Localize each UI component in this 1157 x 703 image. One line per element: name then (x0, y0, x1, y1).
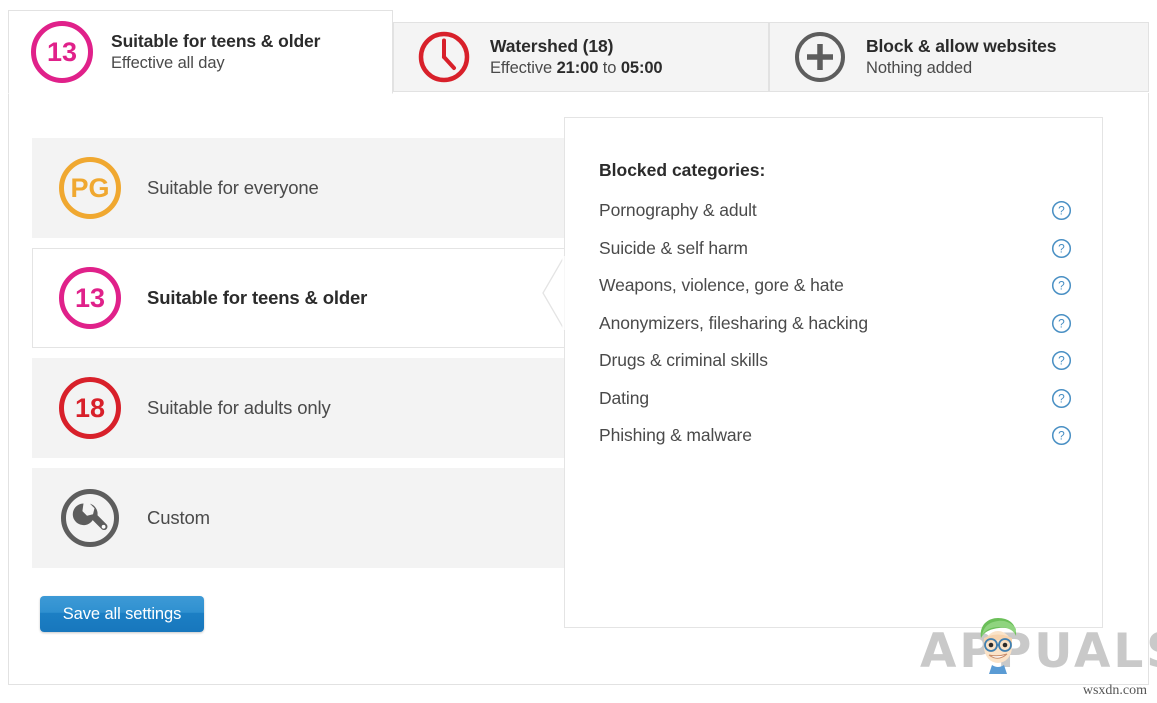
tab-block-allow-sub-text: Nothing added (866, 58, 973, 77)
rating-13-badge-text: 13 (46, 36, 78, 67)
tab-block-allow-texts: Block & allow websites Nothing added (866, 35, 1056, 79)
tab-rating-texts: Suitable for teens & older Effective all… (111, 30, 320, 74)
category-label: Anonymizers, filesharing & hacking (599, 312, 868, 333)
rating-row-everyone-label: Suitable for everyone (147, 177, 319, 198)
category-row: Phishing & malware ? (599, 417, 1072, 455)
category-label: Drugs & criminal skills (599, 350, 768, 371)
save-all-settings-button[interactable]: Save all settings (40, 596, 204, 632)
category-label: Weapons, violence, gore & hate (599, 275, 844, 296)
category-row: Anonymizers, filesharing & hacking ? (599, 305, 1072, 343)
blocked-categories-list: Pornography & adult ? Suicide & self har… (599, 192, 1072, 455)
svg-text:?: ? (1058, 204, 1065, 218)
tab-watershed-sub-prefix: Effective (490, 58, 557, 77)
clock-icon (418, 31, 470, 83)
plus-circle-icon (795, 32, 845, 82)
tab-rating-title: Suitable for teens & older (111, 31, 321, 52)
help-circle-icon[interactable]: ? (1051, 275, 1072, 296)
rating-list: PG Suitable for everyone 13 Suitable for… (32, 138, 572, 578)
tab-watershed-start-time: 21:00 (556, 58, 599, 77)
tab-block-allow[interactable]: Block & allow websites Nothing added (769, 22, 1149, 92)
rating-13-badge-icon: 13 (31, 21, 93, 83)
svg-text:?: ? (1058, 279, 1065, 293)
svg-text:?: ? (1058, 316, 1065, 330)
category-label: Suicide & self harm (599, 237, 748, 258)
rating-pg-badge-text: PG (70, 172, 110, 203)
help-circle-icon[interactable]: ? (1051, 200, 1072, 221)
category-row: Suicide & self harm ? (599, 230, 1072, 268)
rating-row-everyone[interactable]: PG Suitable for everyone (32, 138, 572, 238)
blocked-categories-title: Blocked categories: (599, 160, 766, 180)
svg-text:?: ? (1058, 391, 1065, 405)
tab-watershed-end-time: 05:00 (620, 58, 663, 77)
category-row: Pornography & adult ? (599, 192, 1072, 230)
category-label: Dating (599, 387, 649, 408)
tab-rating[interactable]: 13 Suitable for teens & older Effective … (8, 10, 393, 94)
rating-row-custom-label: Custom (147, 507, 210, 528)
help-circle-icon[interactable]: ? (1051, 313, 1072, 334)
callout-arrow-icon (542, 255, 565, 331)
help-circle-icon[interactable]: ? (1051, 238, 1072, 259)
tab-block-allow-subtitle: Nothing added (866, 58, 1056, 79)
category-label: Phishing & malware (599, 425, 752, 446)
blocked-categories-panel: Blocked categories: Pornography & adult … (564, 117, 1103, 628)
rating-row-teens-label: Suitable for teens & older (147, 287, 368, 308)
svg-text:?: ? (1058, 429, 1065, 443)
help-circle-icon[interactable]: ? (1051, 425, 1072, 446)
tab-block-allow-title: Block & allow websites (866, 36, 1057, 57)
tab-strip: 13 Suitable for teens & older Effective … (0, 0, 1157, 94)
category-row: Weapons, violence, gore & hate ? (599, 267, 1072, 305)
wrench-circle-icon (59, 487, 121, 549)
rating-row-custom[interactable]: Custom (32, 468, 572, 568)
svg-text:?: ? (1058, 241, 1065, 255)
wsxdn-watermark: wsxdn.com (1082, 683, 1147, 698)
rating-row-teens[interactable]: 13 Suitable for teens & older (32, 248, 572, 348)
rating-row-adults[interactable]: 18 Suitable for adults only (32, 358, 572, 458)
category-row: Dating ? (599, 380, 1072, 418)
help-circle-icon[interactable]: ? (1051, 350, 1072, 371)
rating-13-badge-icon: 13 (59, 267, 121, 329)
tab-watershed-texts: Watershed (18) Effective 21:00 to 05:00 (490, 35, 663, 79)
category-label: Pornography & adult (599, 200, 757, 221)
rating-18-badge-text: 18 (74, 392, 106, 423)
wrench-circle-icon-svg (61, 489, 119, 547)
help-circle-icon[interactable]: ? (1051, 388, 1072, 409)
tab-watershed-subtitle: Effective 21:00 to 05:00 (490, 58, 663, 79)
tab-watershed-sub-mid: to (598, 58, 621, 77)
tab-rating-subtitle-text: Effective all day (111, 53, 225, 72)
rating-18-badge-icon: 18 (59, 377, 121, 439)
tab-rating-subtitle: Effective all day (111, 53, 320, 74)
tab-watershed[interactable]: Watershed (18) Effective 21:00 to 05:00 (393, 22, 769, 92)
rating-row-adults-label: Suitable for adults only (147, 397, 331, 418)
svg-text:?: ? (1058, 354, 1065, 368)
rating-13-badge-text: 13 (74, 282, 106, 313)
category-row: Drugs & criminal skills ? (599, 342, 1072, 380)
rating-pg-badge-icon: PG (59, 157, 121, 219)
tab-watershed-title: Watershed (18) (490, 36, 614, 57)
